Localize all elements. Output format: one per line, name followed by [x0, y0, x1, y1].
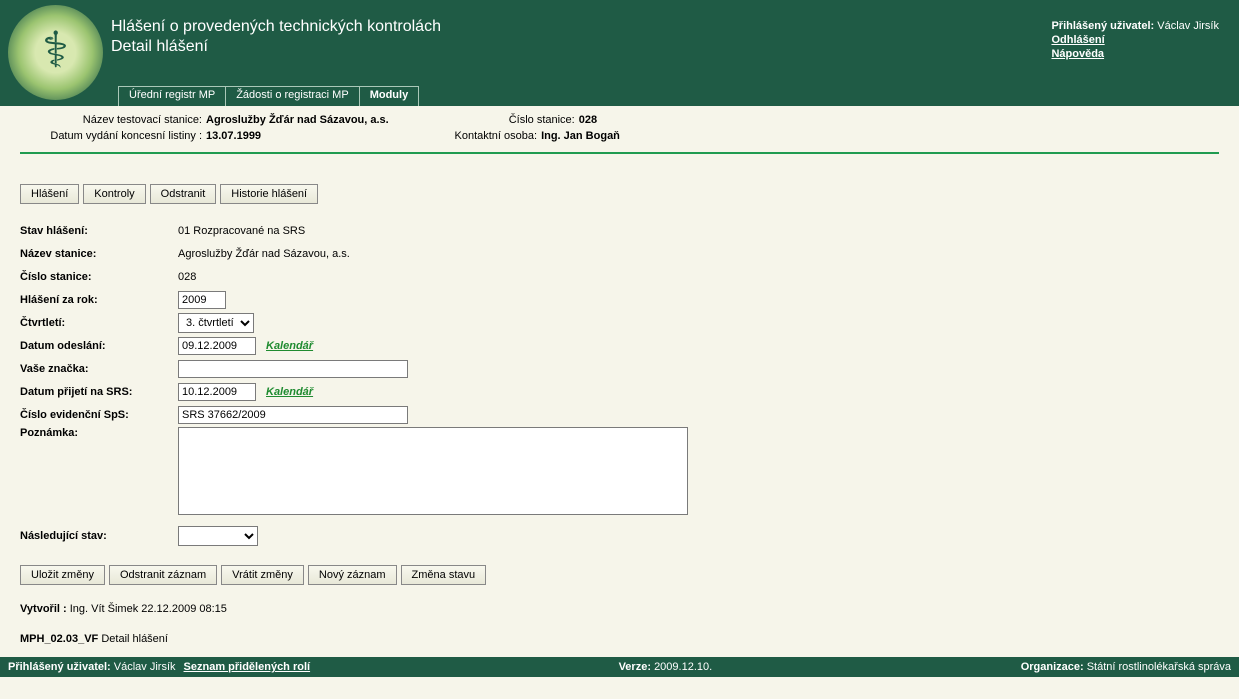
footer: Přihlášený uživatel: Václav Jirsík Seznam…	[0, 657, 1239, 677]
stav-value: 01 Rozpracované na SRS	[178, 225, 305, 237]
page-subtitle: Detail hlášení	[111, 38, 1051, 56]
page-title: Hlášení o provedených technických kontro…	[111, 18, 1051, 36]
license-date-label: Datum vydání koncesní listiny :	[20, 130, 206, 142]
kalendar-link-2[interactable]: Kalendář	[266, 386, 313, 398]
menu-moduly[interactable]: Moduly	[360, 87, 419, 106]
tab-odstranit[interactable]: Odstranit	[150, 184, 217, 204]
station-no-label: Číslo stanice:	[499, 114, 579, 126]
odeslani-input[interactable]	[178, 337, 256, 355]
pozn-label: Poznámka:	[20, 427, 178, 439]
page-code: MPH_02.03_VF Detail hlášení	[20, 633, 1219, 645]
footer-user-label: Přihlášený uživatel:	[8, 661, 111, 673]
header-titles: Hlášení o provedených technických kontro…	[111, 0, 1051, 56]
contact-value: Ing. Jan Bogaň	[541, 130, 620, 142]
header-user: Přihlášený uživatel: Václav Jirsík Odhlá…	[1051, 0, 1239, 60]
znacka-label: Vaše značka:	[20, 363, 178, 375]
prijeti-label: Datum přijetí na SRS:	[20, 386, 178, 398]
evid-label: Číslo evidenční SpS:	[20, 409, 178, 421]
ctvrt-select[interactable]: 3. čtvrtletí	[178, 313, 254, 333]
org-label: Organizace:	[1021, 661, 1084, 673]
odeslani-label: Datum odeslání:	[20, 340, 178, 352]
footer-user-name: Václav Jirsík	[114, 661, 176, 673]
detail-form: Stav hlášení:01 Rozpracované na SRS Náze…	[20, 220, 1219, 547]
logout-link[interactable]: Odhlášení	[1051, 34, 1219, 46]
app-logo	[8, 5, 103, 100]
menu-zadosti[interactable]: Žádosti o registraci MP	[226, 87, 359, 106]
ctvrt-label: Čtvrtletí:	[20, 317, 178, 329]
station-info: Název testovací stanice:Agroslužby Žďár …	[0, 106, 1239, 144]
nazev-value: Agroslužby Žďár nad Sázavou, a.s.	[178, 248, 350, 260]
state-button[interactable]: Změna stavu	[401, 565, 487, 585]
org-value: Státní rostlinolékařská správa	[1087, 661, 1231, 673]
license-date-value: 13.07.1999	[206, 130, 261, 142]
version-label: Verze:	[619, 661, 651, 673]
station-no-value: 028	[579, 114, 597, 126]
nasl-label: Následující stav:	[20, 530, 178, 542]
main-menu: Úřední registr MP Žádosti o registraci M…	[118, 86, 419, 106]
prijeti-input[interactable]	[178, 383, 256, 401]
header: Hlášení o provedených technických kontro…	[0, 0, 1239, 106]
tab-historie[interactable]: Historie hlášení	[220, 184, 318, 204]
help-link[interactable]: Nápověda	[1051, 48, 1219, 60]
cislo-label: Číslo stanice:	[20, 271, 178, 283]
user-label: Přihlášený uživatel:	[1051, 20, 1154, 32]
evid-input[interactable]	[178, 406, 408, 424]
rok-label: Hlášení za rok:	[20, 294, 178, 306]
tab-hlaseni[interactable]: Hlášení	[20, 184, 79, 204]
nazev-label: Název stanice:	[20, 248, 178, 260]
znacka-input[interactable]	[178, 360, 408, 378]
contact-label: Kontaktní osoba:	[446, 130, 541, 142]
tab-kontroly[interactable]: Kontroly	[83, 184, 145, 204]
new-button[interactable]: Nový záznam	[308, 565, 397, 585]
divider	[20, 152, 1219, 154]
stav-label: Stav hlášení:	[20, 225, 178, 237]
pozn-textarea[interactable]	[178, 427, 688, 515]
nasl-select[interactable]	[178, 526, 258, 546]
tab-toolbar: Hlášení Kontroly Odstranit Historie hláš…	[20, 184, 1219, 204]
kalendar-link-1[interactable]: Kalendář	[266, 340, 313, 352]
station-name-value: Agroslužby Žďár nad Sázavou, a.s.	[206, 114, 389, 126]
rok-input[interactable]	[178, 291, 226, 309]
user-name: Václav Jirsík	[1157, 20, 1219, 32]
action-toolbar: Uložit změny Odstranit záznam Vrátit změ…	[20, 565, 1219, 585]
roles-link[interactable]: Seznam přidělených rolí	[184, 661, 311, 673]
revert-button[interactable]: Vrátit změny	[221, 565, 304, 585]
cislo-value: 028	[178, 271, 196, 283]
save-button[interactable]: Uložit změny	[20, 565, 105, 585]
menu-registr[interactable]: Úřední registr MP	[119, 87, 226, 106]
version-value: 2009.12.10.	[654, 661, 712, 673]
delete-button[interactable]: Odstranit záznam	[109, 565, 217, 585]
created-info: Vytvořil : Ing. Vít Šimek 22.12.2009 08:…	[20, 603, 1219, 615]
station-name-label: Název testovací stanice:	[20, 114, 206, 126]
